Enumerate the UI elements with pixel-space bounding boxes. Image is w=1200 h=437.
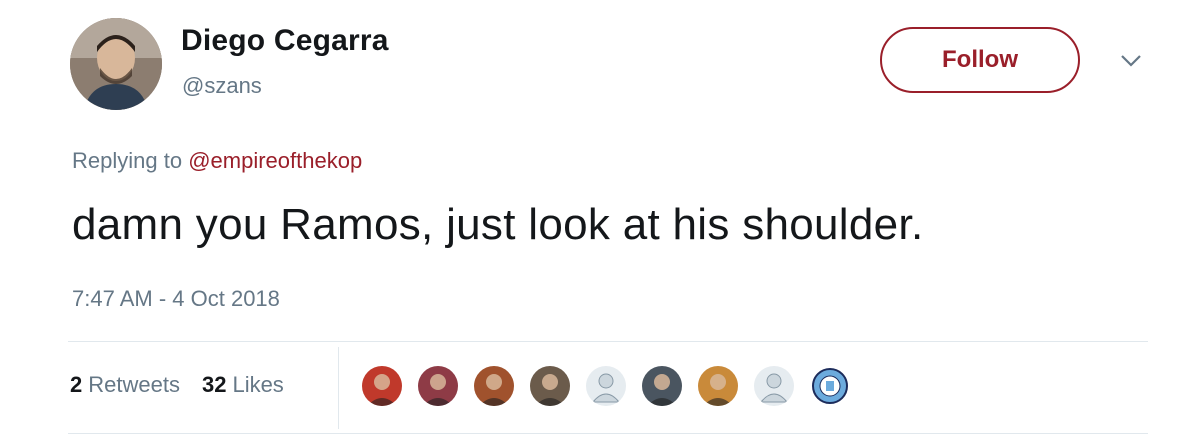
tweet-text: damn you Ramos, just look at his shoulde… <box>72 200 924 249</box>
liker-avatar-icon <box>530 366 570 406</box>
retweets-label: Retweets <box>88 372 180 397</box>
liker-avatar[interactable] <box>472 364 516 408</box>
replying-to-line: Replying to @empireofthekop <box>72 148 362 174</box>
liker-avatar[interactable] <box>640 364 684 408</box>
liker-avatars <box>360 364 864 412</box>
follow-button[interactable]: Follow <box>880 27 1080 93</box>
replying-to-mention[interactable]: @empireofthekop <box>188 148 362 173</box>
user-display-name[interactable]: Diego Cegarra <box>181 24 389 58</box>
liker-avatar-icon <box>418 366 458 406</box>
liker-avatar-icon <box>642 366 682 406</box>
liker-avatar[interactable] <box>752 364 796 408</box>
stats-divider <box>338 347 339 429</box>
liker-avatar-icon <box>698 366 738 406</box>
likes-label: Likes <box>232 372 284 397</box>
liker-avatar[interactable] <box>584 364 628 408</box>
replying-to-label: Replying to <box>72 148 183 173</box>
liker-avatar-icon <box>474 366 514 406</box>
retweets-count: 2 <box>70 372 83 397</box>
liker-avatar[interactable] <box>416 364 460 408</box>
default-avatar-icon <box>754 366 794 406</box>
profile-avatar[interactable] <box>70 18 162 110</box>
liker-avatar-icon <box>362 366 402 406</box>
likes-count: 32 <box>201 372 227 397</box>
more-options-button[interactable] <box>1118 50 1144 72</box>
profile-photo-icon <box>70 18 162 110</box>
liker-avatar[interactable] <box>360 364 404 408</box>
default-avatar-icon <box>586 366 626 406</box>
liker-avatar[interactable] <box>528 364 572 408</box>
liker-avatar[interactable] <box>696 364 740 408</box>
user-handle[interactable]: @szans <box>182 73 262 99</box>
tweet-timestamp[interactable]: 7:47 AM - 4 Oct 2018 <box>72 286 280 312</box>
club-crest-icon <box>810 366 850 406</box>
retweets-stat[interactable]: 2 Retweets <box>70 372 180 398</box>
divider <box>68 433 1148 434</box>
divider <box>68 341 1148 342</box>
chevron-down-icon <box>1121 55 1141 67</box>
tweet-stats: 2 Retweets 32 Likes <box>70 372 284 398</box>
likes-stat[interactable]: 32 Likes <box>202 372 284 398</box>
tweet-card: Diego Cegarra @szans Follow Replying to … <box>0 0 1200 437</box>
liker-avatar[interactable] <box>808 364 852 408</box>
